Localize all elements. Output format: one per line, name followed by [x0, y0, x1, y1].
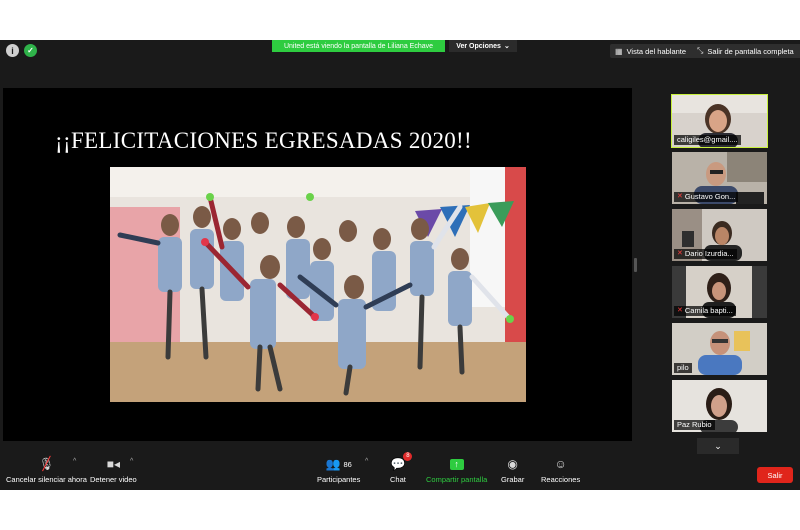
video-options-caret-icon[interactable]: ^: [130, 458, 133, 465]
chat-label: Chat: [390, 475, 406, 484]
screen-share-banner: United está viendo la pantalla de Lilian…: [272, 40, 445, 52]
participants-icon: 👥 86: [325, 457, 352, 471]
unmute-label: Cancelar silenciar ahora: [6, 475, 87, 484]
participant-name: Paz Rubio: [674, 420, 715, 430]
participant-name: pilo: [674, 363, 692, 373]
speaker-view-label: Vista del hablante: [626, 46, 687, 56]
participants-button[interactable]: 👥 86 Participantes: [317, 456, 360, 484]
audio-options-caret-icon[interactable]: ^: [73, 458, 76, 465]
info-icon[interactable]: i: [6, 44, 19, 57]
smiley-icon: ☺: [554, 457, 567, 471]
view-options-label: Ver Opciones: [456, 42, 501, 50]
participants-count: 86: [343, 459, 352, 469]
chat-unread-badge: 8: [403, 452, 413, 461]
reactions-label: Reacciones: [541, 475, 581, 484]
participants-label: Participantes: [317, 475, 361, 484]
record-label: Grabar: [501, 475, 525, 484]
exit-fullscreen-button[interactable]: ⤡ Salir de pantalla completa: [692, 44, 800, 58]
chevron-down-icon: ⌄: [503, 43, 510, 50]
shared-screen: ¡¡FELICITACIONES EGRESADAS 2020!!: [3, 88, 632, 441]
participant-name: ✕ Camila bapti...: [674, 306, 736, 316]
participant-name: ✕ Gustavo Gon...: [674, 192, 739, 202]
participant-tile[interactable]: ✕ Camila bapti...: [672, 266, 767, 318]
share-screen-icon: ↑: [449, 458, 464, 470]
record-button[interactable]: ◉ Grabar: [501, 456, 524, 484]
record-icon: ◉: [507, 457, 518, 471]
stop-video-label: Detener video: [90, 475, 137, 484]
top-bar: i ✓ United está viendo la pantalla de Li…: [0, 40, 800, 62]
participant-name: caligiles@gmail....: [674, 135, 741, 145]
shield-icon[interactable]: ✓: [24, 44, 37, 57]
participant-tile[interactable]: caligiles@gmail....: [671, 94, 768, 148]
leave-meeting-button[interactable]: Salir: [757, 467, 793, 483]
exit-fullscreen-icon: ⤡: [697, 46, 704, 55]
speaker-view-button[interactable]: ▦ Vista del hablante: [610, 44, 696, 58]
chat-bubble-icon: 💬 8: [390, 452, 413, 472]
mic-muted-icon: ✕: [677, 307, 683, 314]
slide-title: ¡¡FELICITACIONES EGRESADAS 2020!!: [55, 128, 472, 153]
chat-button[interactable]: 💬 8 Chat: [390, 452, 413, 484]
participants-options-caret-icon[interactable]: ^: [365, 458, 368, 465]
group-photo: [110, 167, 526, 402]
mic-muted-icon: 🎙 ╱: [38, 456, 55, 471]
mic-muted-icon: ✕: [677, 250, 683, 257]
participant-name: ✕ Dario Izurdia...: [674, 249, 737, 259]
video-camera-icon: ■◂: [106, 457, 120, 471]
share-screen-label: Compartir pantalla: [426, 475, 488, 484]
split-resize-handle[interactable]: [634, 258, 637, 272]
zoom-meeting-window: i ✓ United está viendo la pantalla de Li…: [0, 40, 800, 490]
view-options-button[interactable]: Ver Opciones ⌄: [449, 40, 517, 52]
share-screen-button[interactable]: ↑ Compartir pantalla: [426, 456, 487, 484]
participant-tile[interactable]: pilo: [672, 323, 767, 375]
grid-icon: ▦: [615, 46, 623, 56]
participant-tile[interactable]: ✕ Dario Izurdia...: [672, 209, 767, 261]
meeting-toolbar: 🎙 ╱ Cancelar silenciar ahora ^ ■◂ Detener…: [0, 450, 800, 490]
exit-fullscreen-label: Salir de pantalla completa: [707, 46, 794, 56]
reactions-button[interactable]: ☺ Reacciones: [541, 456, 580, 484]
participant-tile[interactable]: ✕ Gustavo Gon...: [672, 152, 767, 204]
mic-muted-icon: ✕: [677, 193, 683, 200]
participant-tile[interactable]: Paz Rubio: [672, 380, 767, 432]
group-photo-illustration: [110, 167, 526, 402]
